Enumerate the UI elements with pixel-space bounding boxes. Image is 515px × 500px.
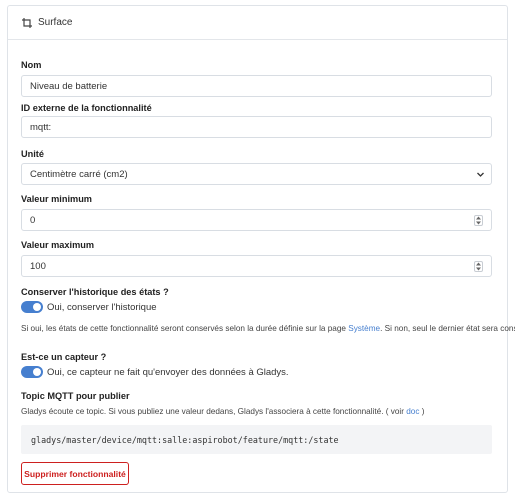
history-help-suffix: . Si non, seul le dernier état sera cons… <box>380 324 515 333</box>
sensor-label: Est-ce un capteur ? <box>21 352 107 362</box>
mqtt-help-suffix: ) <box>419 407 425 416</box>
mqtt-topic-value: gladys/master/device/mqtt:salle:aspirobo… <box>31 434 339 445</box>
feature-card: Surface Nom Niveau de batterie ID extern… <box>7 5 515 493</box>
card-title: Surface <box>38 17 73 28</box>
external-id-label: ID externe de la fonctionnalité <box>21 103 152 113</box>
card-header: Surface <box>8 6 507 40</box>
unit-select-value: Centimètre carré (cm2) <box>30 168 128 180</box>
doc-link[interactable]: doc <box>406 407 419 416</box>
name-input-value: Niveau de batterie <box>30 80 108 92</box>
history-toggle-row[interactable]: Oui, conserver l'historique <box>21 301 157 313</box>
name-label: Nom <box>21 60 42 70</box>
history-toggle[interactable] <box>21 301 43 313</box>
name-input[interactable]: Niveau de batterie <box>21 75 492 97</box>
mqtt-topic-label: Topic MQTT pour publier <box>21 391 130 401</box>
system-page-link[interactable]: Système <box>348 324 380 333</box>
delete-feature-button[interactable]: Supprimer fonctionnalité <box>21 462 129 485</box>
sensor-toggle-label: Oui, ce capteur ne fait qu'envoyer des d… <box>47 366 289 378</box>
external-id-input-value: mqtt: <box>30 121 52 133</box>
stepper-icon[interactable] <box>474 215 483 226</box>
history-help-prefix: Si oui, les états de cette fonctionnalit… <box>21 324 349 333</box>
mqtt-topic-code[interactable]: gladys/master/device/mqtt:salle:aspirobo… <box>21 425 492 454</box>
sensor-toggle-row[interactable]: Oui, ce capteur ne fait qu'envoyer des d… <box>21 366 289 378</box>
history-label: Conserver l'historique des états ? <box>21 287 169 297</box>
sensor-toggle[interactable] <box>21 366 43 378</box>
chevron-down-icon <box>476 170 485 179</box>
external-id-input[interactable]: mqtt: <box>21 116 492 138</box>
mqtt-help-prefix: Gladys écoute ce topic. Si vous publiez … <box>21 407 407 416</box>
max-label: Valeur maximum <box>21 240 95 250</box>
history-toggle-label: Oui, conserver l'historique <box>47 301 157 313</box>
max-input-value: 100 <box>30 260 46 272</box>
history-help-text: Si oui, les états de cette fonctionnalit… <box>21 324 515 333</box>
mqtt-help-text: Gladys écoute ce topic. Si vous publiez … <box>21 407 424 416</box>
stepper-icon[interactable] <box>474 261 483 272</box>
max-input[interactable]: 100 <box>21 255 492 277</box>
min-input-value: 0 <box>30 214 36 226</box>
min-input[interactable]: 0 <box>21 209 492 231</box>
unit-select[interactable]: Centimètre carré (cm2) <box>21 163 492 185</box>
min-label: Valeur minimum <box>21 194 92 204</box>
unit-label: Unité <box>21 149 44 159</box>
crop-icon <box>21 17 33 29</box>
